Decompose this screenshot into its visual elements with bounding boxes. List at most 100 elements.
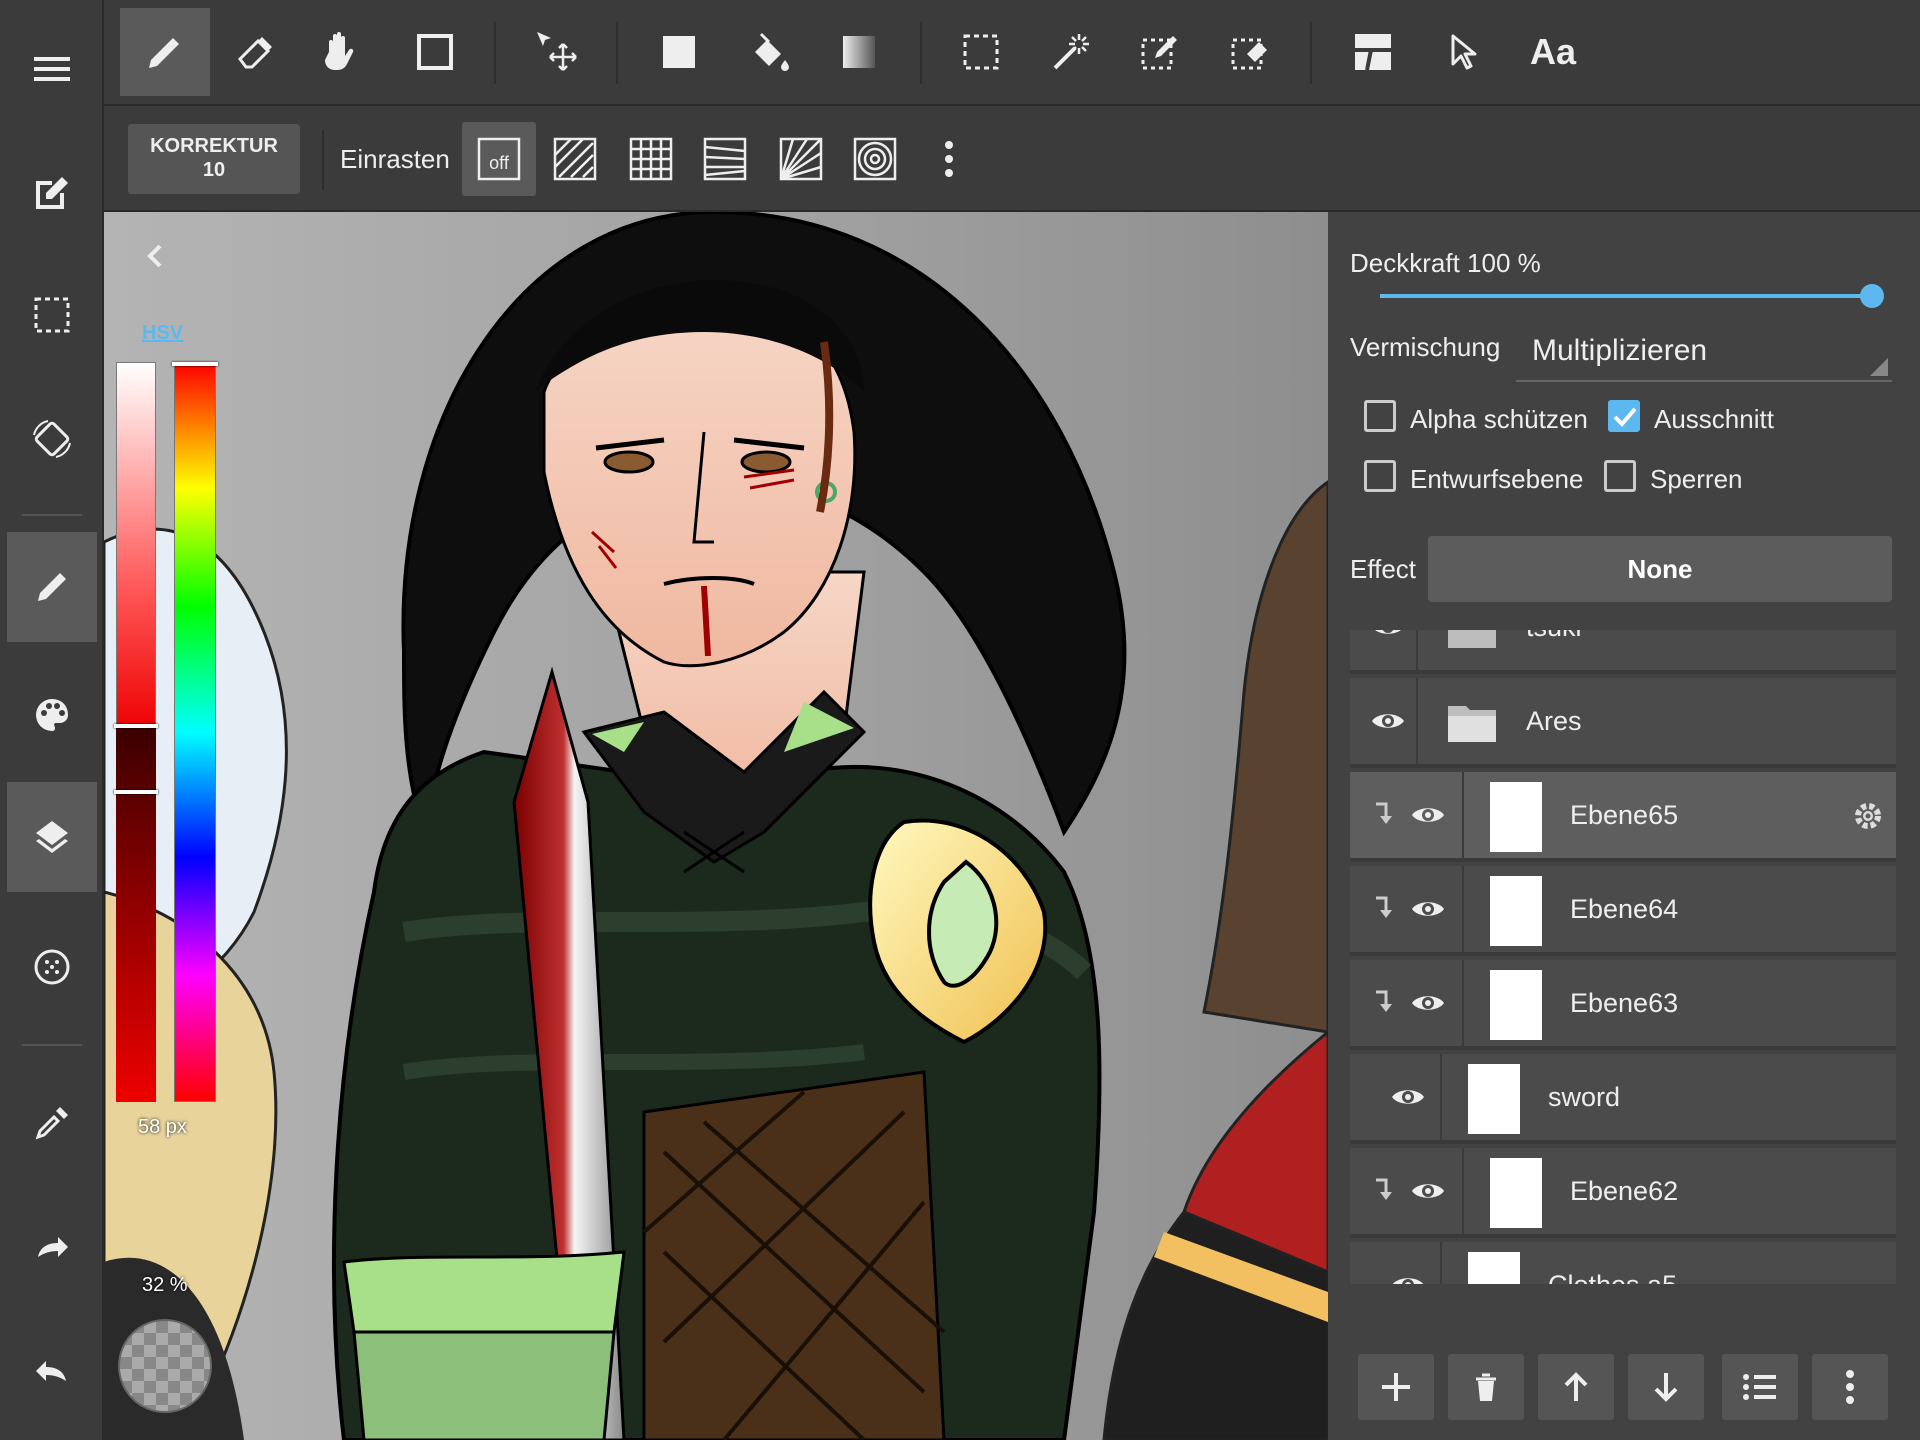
clipping-checkbox[interactable] xyxy=(1608,400,1640,432)
snap-perspective-button[interactable] xyxy=(688,122,762,196)
layer-name: Ebene63 xyxy=(1570,988,1679,1018)
tool-select-layer[interactable] xyxy=(1418,8,1508,96)
layer-more-button[interactable] xyxy=(1812,1354,1888,1420)
layer-row-clothes-a5[interactable]: Clothes a5 xyxy=(1350,1242,1896,1284)
tool-bucket[interactable] xyxy=(724,8,814,96)
snap-more-button[interactable] xyxy=(912,122,986,196)
tool-eraser[interactable] xyxy=(210,8,300,96)
tool-panel[interactable] xyxy=(1328,8,1418,96)
alpha-protect-checkbox[interactable] xyxy=(1364,400,1396,432)
brush-size-value[interactable]: 58 px xyxy=(138,1116,187,1139)
tool-fill-rectangle[interactable] xyxy=(634,8,724,96)
layer-list[interactable]: tsuki Ares Ebene65 xyxy=(1350,630,1896,1284)
radial-lines-icon xyxy=(779,137,823,181)
lock-checkbox[interactable] xyxy=(1604,460,1636,492)
collapse-panel-button[interactable] xyxy=(136,236,176,276)
layer-row-ebene65[interactable]: Ebene65 xyxy=(1350,772,1896,862)
snap-label: Einrasten xyxy=(340,144,450,174)
tool-hand[interactable] xyxy=(296,8,386,96)
layer-divider xyxy=(1416,678,1418,768)
drawing-canvas[interactable] xyxy=(104,212,1328,1440)
tool-select-pen[interactable] xyxy=(1116,8,1206,96)
snap-circle-button[interactable] xyxy=(838,122,912,196)
hue-slider[interactable] xyxy=(174,362,216,1102)
layer-thumbnail xyxy=(1490,970,1542,1040)
menu-button[interactable] xyxy=(7,14,97,124)
tool-gradient[interactable] xyxy=(814,8,904,96)
snap-off-text: off xyxy=(489,153,510,173)
clipping-label: Ausschnitt xyxy=(1654,404,1774,434)
layer-row-ebene64[interactable]: Ebene64 xyxy=(1350,866,1896,956)
tool-select-rect[interactable] xyxy=(936,8,1026,96)
undo-button[interactable] xyxy=(7,1316,97,1426)
layer-row-ebene62[interactable]: Ebene62 xyxy=(1350,1148,1896,1238)
select-eraser-icon xyxy=(1231,38,1267,70)
toolbar-separator xyxy=(494,22,496,84)
snap-off-button[interactable]: off xyxy=(462,122,536,196)
current-color-swatch[interactable] xyxy=(118,1319,212,1413)
layer-name: sword xyxy=(1548,1082,1621,1112)
add-layer-button[interactable] xyxy=(1358,1354,1434,1420)
value-slider-thumb[interactable] xyxy=(114,724,158,728)
pen-icon xyxy=(149,38,179,68)
delete-layer-button[interactable] xyxy=(1448,1354,1524,1420)
value-slider-dark xyxy=(116,726,156,1102)
tool-select-eraser[interactable] xyxy=(1206,8,1296,96)
gear-icon[interactable] xyxy=(1852,800,1884,832)
tool-magic-wand[interactable] xyxy=(1026,8,1116,96)
layer-row-ares[interactable]: Ares xyxy=(1350,678,1896,768)
move-layer-down-button[interactable] xyxy=(1628,1354,1704,1420)
clipping-arrow-icon xyxy=(1376,990,1392,1012)
brush-button[interactable] xyxy=(7,532,97,642)
palette-icon xyxy=(36,699,68,731)
layer-row-ebene63[interactable]: Ebene63 xyxy=(1350,960,1896,1050)
eyedropper-button[interactable] xyxy=(7,1068,97,1178)
layer-list-menu-button[interactable] xyxy=(1722,1354,1798,1420)
layer-row-tsuki[interactable]: tsuki xyxy=(1350,630,1896,674)
draft-layer-checkbox[interactable] xyxy=(1364,460,1396,492)
tool-rectangle[interactable] xyxy=(390,8,480,96)
hue-slider-thumb[interactable] xyxy=(172,362,218,366)
clipping-arrow-icon xyxy=(1376,802,1392,824)
blend-mode-select[interactable]: Multiplizieren xyxy=(1516,326,1892,382)
layers-button[interactable] xyxy=(7,782,97,892)
toolbar-separator xyxy=(1310,22,1312,84)
more-vertical-icon xyxy=(945,141,953,177)
toolbar-separator xyxy=(616,22,618,84)
opacity-slider-track[interactable] xyxy=(1380,294,1874,298)
eye-icon[interactable] xyxy=(1410,990,1446,1016)
tool-pen[interactable] xyxy=(120,8,210,96)
layer-row-sword[interactable]: sword xyxy=(1350,1054,1896,1144)
opacity-slider-thumb[interactable] xyxy=(1860,284,1884,308)
effect-button[interactable]: None xyxy=(1428,536,1892,602)
eye-icon[interactable] xyxy=(1410,802,1446,828)
arrow-down-icon xyxy=(1654,1373,1678,1402)
material-button[interactable] xyxy=(7,912,97,1022)
snap-parallel-button[interactable] xyxy=(538,122,612,196)
eye-icon[interactable] xyxy=(1410,1178,1446,1204)
edit-canvas-button[interactable] xyxy=(7,138,97,248)
layer-divider xyxy=(1440,1054,1442,1144)
snap-grid-button[interactable] xyxy=(614,122,688,196)
redo-button[interactable] xyxy=(7,1192,97,1302)
tool-text[interactable]: Aa xyxy=(1508,8,1598,96)
snap-radial-button[interactable] xyxy=(764,122,838,196)
color-mode-label[interactable]: HSV xyxy=(142,322,183,345)
eye-icon[interactable] xyxy=(1390,1084,1426,1110)
selection-button[interactable] xyxy=(7,260,97,370)
brush-opacity-value[interactable]: 32 % xyxy=(142,1274,188,1297)
palette-button[interactable] xyxy=(7,660,97,770)
correction-button[interactable]: KORREKTUR 10 xyxy=(128,124,300,194)
eye-icon[interactable] xyxy=(1370,708,1406,734)
eye-icon[interactable] xyxy=(1370,630,1406,640)
eye-icon[interactable] xyxy=(1410,896,1446,922)
gradient-icon xyxy=(843,36,875,68)
blend-mode-value: Multiplizieren xyxy=(1532,334,1708,367)
perspective-lines-icon xyxy=(703,137,747,181)
layer-name: Ares xyxy=(1526,706,1582,736)
layer-divider xyxy=(1462,1148,1464,1238)
tool-move[interactable] xyxy=(512,8,602,96)
eye-icon[interactable] xyxy=(1390,1272,1426,1284)
rotate-canvas-button[interactable] xyxy=(7,384,97,494)
move-layer-up-button[interactable] xyxy=(1538,1354,1614,1420)
